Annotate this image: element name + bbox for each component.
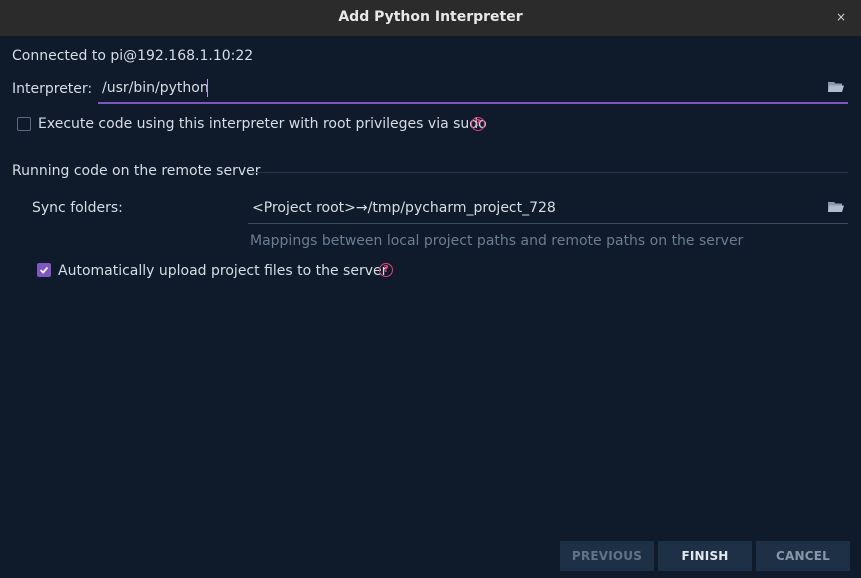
sync-folders-hint: Mappings between local project paths and… — [250, 233, 744, 249]
title-bar: Add Python Interpreter × — [0, 0, 861, 37]
sync-folders-label: Sync folders: — [32, 200, 123, 216]
section-divider — [252, 172, 848, 173]
auto-upload-label[interactable]: Automatically upload project files to th… — [58, 263, 387, 279]
sync-folders-field[interactable]: <Project root>→/tmp/pycharm_project_728 — [248, 192, 848, 224]
folder-icon[interactable] — [828, 81, 844, 93]
dialog-title: Add Python Interpreter — [338, 9, 523, 25]
checkmark-icon — [39, 266, 49, 274]
sudo-checkbox[interactable] — [17, 117, 31, 131]
section-heading: Running code on the remote server — [12, 163, 261, 179]
auto-upload-checkbox[interactable] — [37, 263, 51, 277]
dialog-content: Connected to pi@192.168.1.10:22 Interpre… — [0, 37, 861, 578]
help-icon[interactable]: ? — [471, 117, 485, 131]
text-cursor — [207, 79, 208, 97]
folder-icon[interactable] — [828, 201, 844, 213]
help-icon[interactable]: ? — [379, 263, 393, 277]
sudo-label[interactable]: Execute code using this interpreter with… — [38, 116, 487, 132]
finish-button[interactable]: FINISH — [658, 541, 752, 571]
interpreter-value: /usr/bin/python — [102, 80, 209, 96]
sync-folders-value: <Project root>→/tmp/pycharm_project_728 — [252, 200, 556, 216]
interpreter-input[interactable]: /usr/bin/python — [98, 72, 848, 104]
previous-button[interactable]: PREVIOUS — [560, 541, 654, 571]
cancel-button[interactable]: CANCEL — [756, 541, 850, 571]
interpreter-label: Interpreter: — [12, 81, 93, 97]
close-icon[interactable]: × — [834, 10, 848, 24]
connection-label: Connected to pi@192.168.1.10:22 — [12, 48, 254, 64]
